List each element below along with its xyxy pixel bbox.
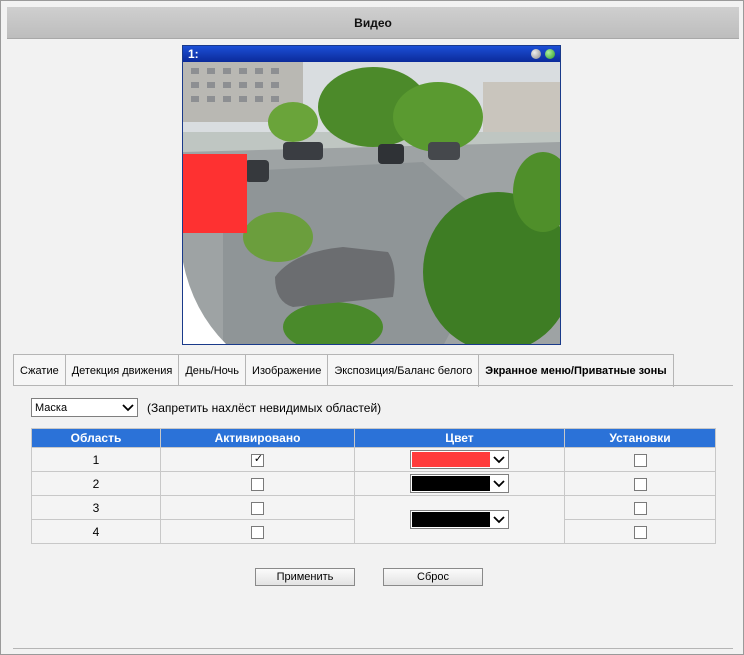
table-row: 1 ✓: [31, 447, 716, 472]
column-header-settings: Установки: [564, 428, 716, 448]
privacy-mask-zone-1[interactable]: [183, 154, 247, 233]
table-row: 2: [31, 471, 716, 496]
column-header-color: Цвет: [354, 428, 565, 448]
video-preview[interactable]: 1:: [182, 45, 561, 345]
settings-checkbox-4[interactable]: [633, 525, 647, 539]
color-select-3[interactable]: [410, 510, 509, 529]
video-title-bar: 1:: [183, 46, 560, 62]
settings-checkbox-3[interactable]: [633, 501, 647, 515]
chevron-down-icon: [490, 451, 508, 468]
panel-title: Видео: [7, 7, 739, 39]
table-row: 3: [31, 495, 716, 544]
activated-checkbox-3[interactable]: [251, 501, 264, 515]
panel-title-text: Видео: [354, 15, 392, 30]
tabs-divider: [13, 385, 733, 386]
reset-button[interactable]: Сброс: [383, 568, 483, 586]
chevron-down-icon: [119, 399, 137, 416]
color-swatch-3: [412, 512, 490, 527]
activated-checkbox-4[interactable]: [251, 525, 264, 539]
area-number: 3: [31, 495, 161, 520]
maximize-icon[interactable]: [545, 49, 555, 59]
chevron-down-icon: [490, 511, 508, 528]
video-settings-panel: Видео 1: Сжатие Детекция движения День/Н…: [0, 0, 744, 655]
privacy-zones-table: Область Активировано Цвет Установки 1 ✓: [31, 428, 716, 544]
settings-checkbox-1[interactable]: [633, 453, 647, 467]
mode-select[interactable]: Маска: [31, 398, 138, 417]
column-header-activated: Активировано: [160, 428, 355, 448]
tab-osd-privacy-zones[interactable]: Экранное меню/Приватные зоны: [478, 354, 674, 387]
area-number: 1: [31, 447, 161, 472]
color-swatch-2: [412, 476, 490, 491]
checkmark-icon: ✓: [253, 452, 264, 465]
mode-select-value: Маска: [35, 401, 68, 414]
activated-checkbox-2[interactable]: [251, 477, 264, 491]
tab-motion-detection[interactable]: Детекция движения: [64, 354, 180, 386]
settings-tabs: Сжатие Детекция движения День/Ночь Изобр…: [13, 354, 674, 387]
tab-day-night[interactable]: День/Ночь: [178, 354, 247, 386]
settings-checkbox-2[interactable]: [633, 477, 647, 491]
tab-compression[interactable]: Сжатие: [13, 354, 66, 386]
column-header-area: Область: [31, 428, 161, 448]
color-select-2[interactable]: [410, 474, 509, 493]
apply-button[interactable]: Применить: [255, 568, 355, 586]
chevron-down-icon: [490, 475, 508, 492]
area-number: 2: [31, 471, 161, 496]
mode-hint: (Запретить нахлёст невидимых областей): [147, 401, 382, 415]
tab-image[interactable]: Изображение: [245, 354, 329, 386]
channel-label: 1:: [188, 47, 199, 61]
area-number: 4: [31, 519, 161, 544]
activated-checkbox-1[interactable]: ✓: [251, 452, 264, 467]
minimize-icon[interactable]: [531, 49, 541, 59]
bottom-divider: [13, 648, 733, 649]
color-select-1[interactable]: [410, 450, 509, 469]
tab-exposure-white-balance[interactable]: Экспозиция/Баланс белого: [327, 354, 480, 386]
color-swatch-1: [412, 452, 490, 467]
